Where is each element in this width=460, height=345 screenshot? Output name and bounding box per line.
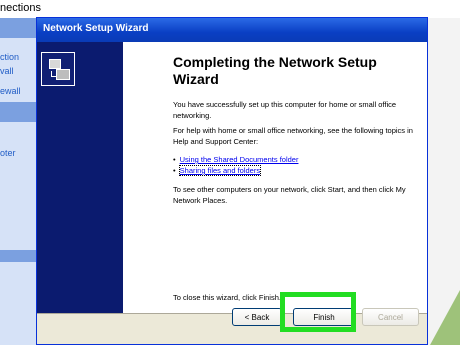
wizard-heading: Completing the Network Setup Wizard xyxy=(173,54,377,87)
background-decoration xyxy=(430,290,460,345)
wizard-side-panel xyxy=(37,42,123,313)
wizard-titlebar[interactable]: Network Setup Wizard xyxy=(37,18,427,42)
computer-shape xyxy=(49,59,61,69)
back-button[interactable]: < Back xyxy=(232,308,282,326)
shared-documents-link[interactable]: • Using the Shared Documents folder xyxy=(173,154,298,165)
background-window-title: nections xyxy=(0,2,41,14)
wizard-title: Network Setup Wizard xyxy=(43,23,149,34)
help-text: For help with home or small office netwo… xyxy=(173,126,413,146)
background-task-panel xyxy=(0,122,36,250)
background-sidebar-link[interactable]: ewall xyxy=(0,86,21,96)
background-window-titlebar: nections xyxy=(0,0,460,18)
network-computers-icon xyxy=(41,52,75,86)
network-places-text: To see other computers on your network, … xyxy=(173,185,406,205)
computer-shape xyxy=(56,69,70,80)
cancel-button: Cancel xyxy=(362,308,419,326)
background-task-panel xyxy=(0,262,36,345)
finish-highlight-box xyxy=(280,292,356,332)
background-sidebar-link[interactable]: oter xyxy=(0,148,16,158)
background-sidebar-link[interactable]: vall xyxy=(0,66,14,76)
wizard-content: Completing the Network Setup Wizard You … xyxy=(123,42,427,313)
success-text: You have successfully set up this comput… xyxy=(173,100,397,120)
background-sidebar-link[interactable]: ction xyxy=(0,52,19,62)
network-setup-wizard-dialog: Network Setup Wizard Completing the Netw… xyxy=(36,17,428,345)
sharing-files-link[interactable]: • Sharing files and folders xyxy=(173,165,262,176)
